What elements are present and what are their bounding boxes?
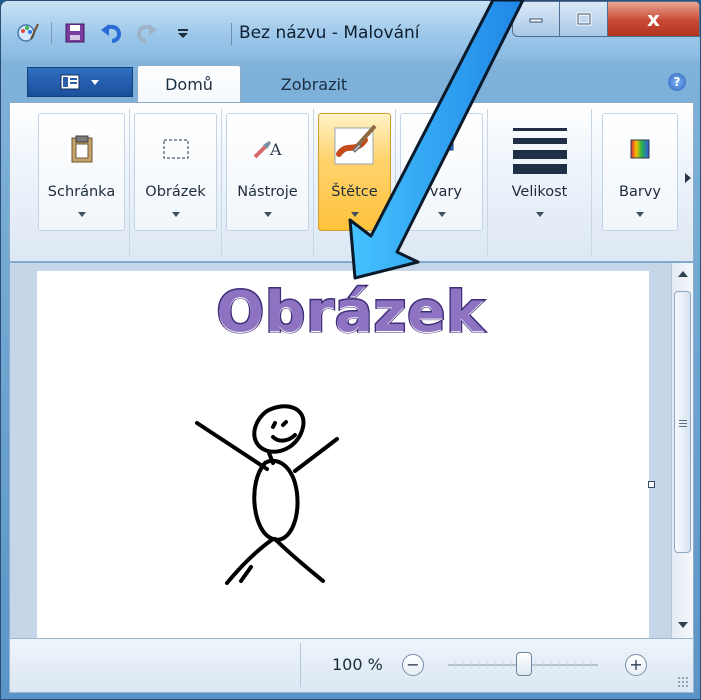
overlay-heading: Obrázek <box>215 279 485 347</box>
resize-grip-icon[interactable] <box>677 676 689 688</box>
undo-icon[interactable] <box>98 20 124 46</box>
group-label: Barvy <box>619 184 661 200</box>
canvas-resize-handle[interactable] <box>648 481 655 488</box>
minimize-button[interactable] <box>512 1 560 37</box>
minimize-icon <box>529 18 543 23</box>
scroll-up-icon[interactable] <box>678 271 688 277</box>
menu-icon <box>60 74 80 90</box>
zoom-slider-thumb[interactable] <box>516 652 532 676</box>
zoom-out-button[interactable]: − <box>402 654 424 676</box>
brushes-button[interactable]: Štětce <box>318 113 391 231</box>
title-bar: Bez názvu - Malování x <box>1 1 700 59</box>
shapes-button[interactable]: Tvary <box>400 113 483 231</box>
group-label: Nástroje <box>237 184 298 200</box>
group-colors: Barvy <box>598 109 682 257</box>
zoom-level: 100 % <box>332 655 383 674</box>
ribbon-tabs: Domů Zobrazit ? <box>9 65 694 103</box>
group-tools: A Nástroje <box>222 109 314 257</box>
maximize-button[interactable] <box>560 1 608 37</box>
group-label: Tvary <box>421 184 462 200</box>
select-rectangle-icon <box>156 130 196 168</box>
group-label: Schránka <box>47 184 116 200</box>
tools-button[interactable]: A Nástroje <box>226 113 309 231</box>
ribbon-scroll-right-icon[interactable] <box>685 173 691 183</box>
scroll-down-icon[interactable] <box>678 622 688 628</box>
colors-icon <box>620 130 660 168</box>
help-icon[interactable]: ? <box>668 73 686 91</box>
redo-icon[interactable] <box>134 20 160 46</box>
svg-text:A: A <box>269 140 282 159</box>
close-button[interactable]: x <box>608 1 700 37</box>
dropdown-caret-icon <box>171 212 180 217</box>
group-shapes: Tvary <box>396 109 488 257</box>
status-bar: 100 % − + <box>9 638 694 693</box>
group-brushes: Štětce <box>314 109 396 257</box>
group-label: Obrázek <box>145 184 206 200</box>
tab-zobrazit[interactable]: Zobrazit <box>259 65 369 103</box>
zoom-in-button[interactable]: + <box>625 654 647 676</box>
chevron-down-icon <box>91 80 99 85</box>
save-icon[interactable] <box>62 20 88 46</box>
paint-window: Bez názvu - Malování x Domů Zobrazit ? S… <box>0 0 701 700</box>
dropdown-caret-icon <box>350 212 359 217</box>
scroll-grip-icon <box>679 420 687 428</box>
group-size: Velikost <box>488 109 592 257</box>
brush-icon <box>329 120 381 172</box>
size-button[interactable]: Velikost <box>492 113 587 231</box>
maximize-icon <box>576 12 591 26</box>
title-separator <box>231 23 232 45</box>
shapes-icon <box>422 130 462 168</box>
dropdown-caret-icon <box>263 212 272 217</box>
status-separator <box>300 643 301 687</box>
group-image: Obrázek <box>130 109 222 257</box>
quick-access-toolbar <box>15 17 196 49</box>
ribbon-home: Schránka Obrázek A Nástroje Štětce Tvary… <box>9 102 694 262</box>
group-clipboard: Schránka <box>34 109 130 257</box>
colors-button[interactable]: Barvy <box>602 113 678 231</box>
dropdown-caret-icon <box>77 212 86 217</box>
line-size-icon <box>507 120 573 176</box>
group-label: Štětce <box>331 184 378 200</box>
window-controls: x <box>512 1 700 37</box>
tools-icon: A <box>248 130 288 168</box>
image-button[interactable]: Obrázek <box>134 113 217 231</box>
close-icon: x <box>647 7 660 31</box>
group-label: Velikost <box>511 184 568 200</box>
paint-menu-button[interactable] <box>27 67 133 97</box>
toolbar-separator <box>51 22 52 44</box>
paint-app-icon[interactable] <box>15 20 41 46</box>
dropdown-caret-icon <box>535 212 544 217</box>
customize-quick-access-icon[interactable] <box>170 20 196 46</box>
dropdown-caret-icon <box>636 212 644 217</box>
clipboard-icon <box>62 130 102 168</box>
clipboard-button[interactable]: Schránka <box>38 113 125 231</box>
window-title: Bez názvu - Malování <box>239 23 420 43</box>
tab-domu[interactable]: Domů <box>137 65 241 103</box>
dropdown-caret-icon <box>437 212 446 217</box>
